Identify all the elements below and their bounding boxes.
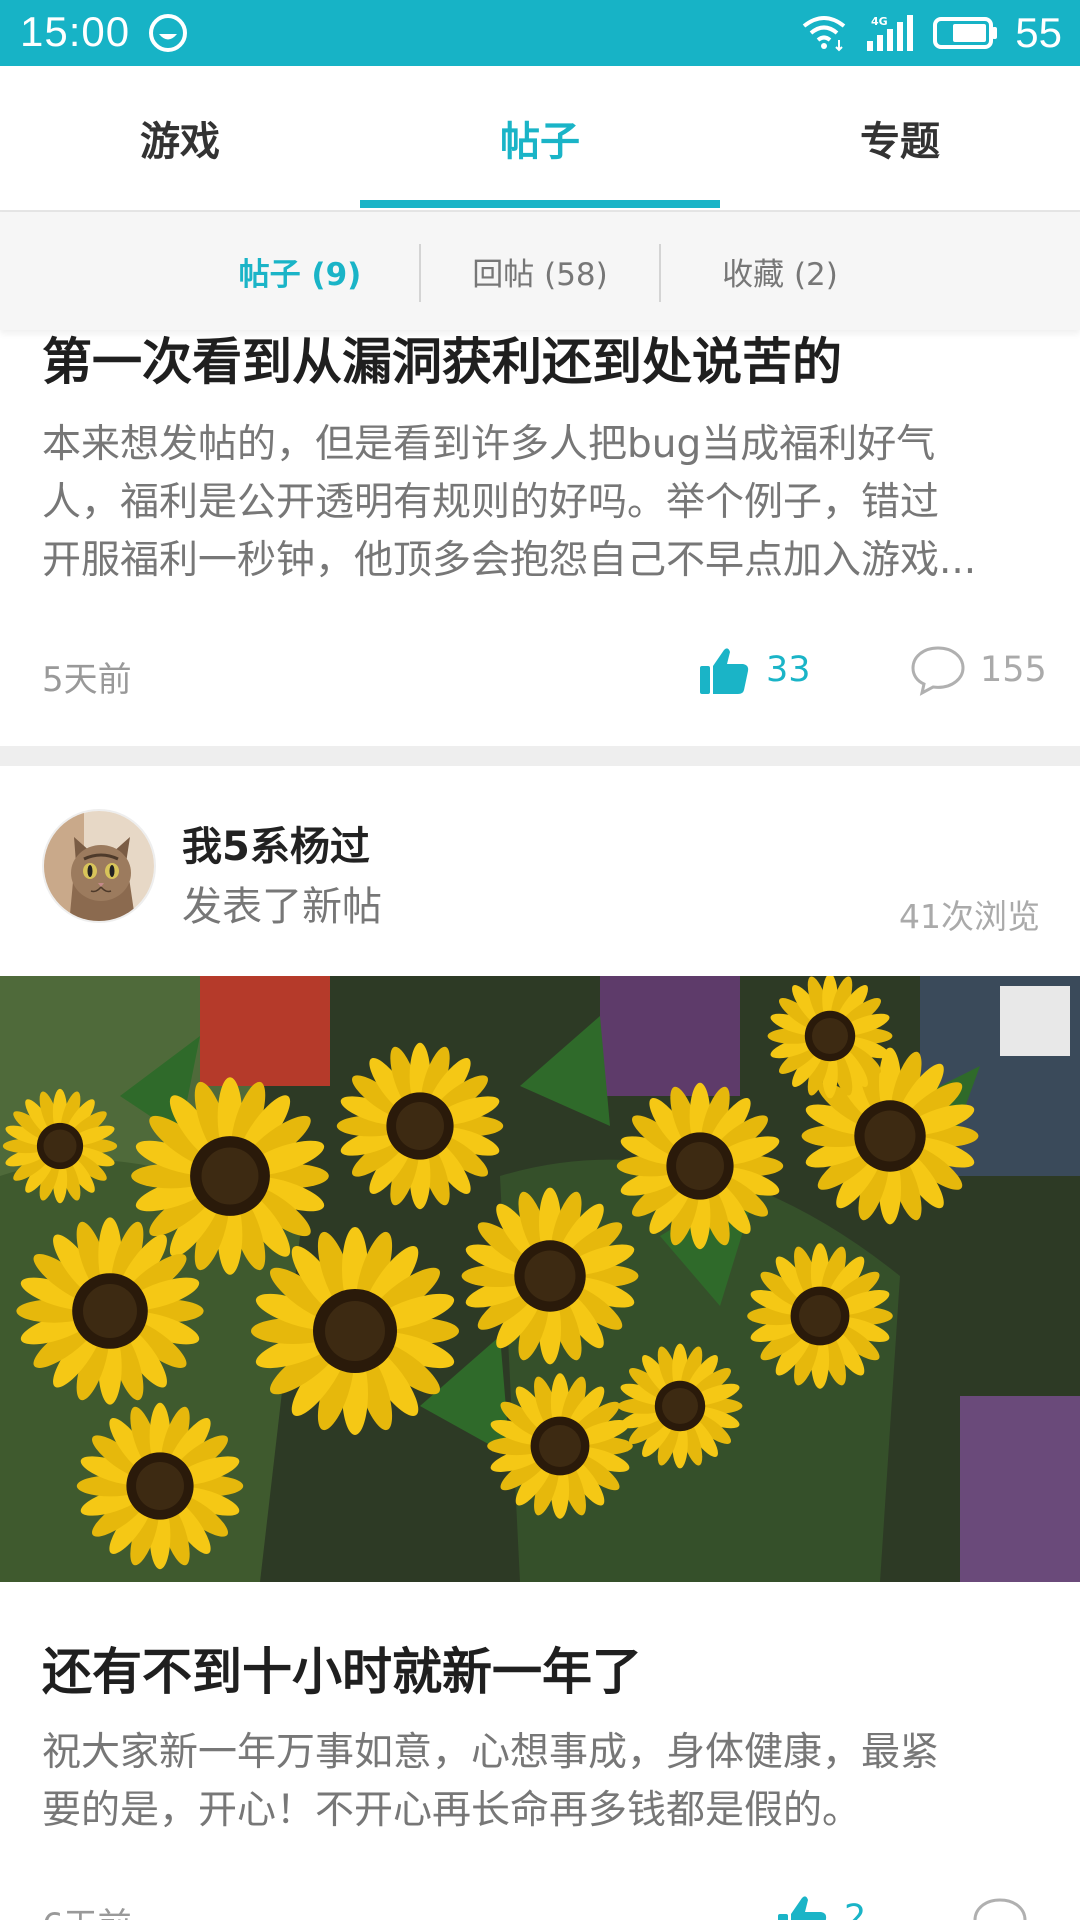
excerpt-line: 本来想发帖的，但是看到许多人把bug当成福利好气 xyxy=(42,422,936,467)
like-button[interactable]: 33 xyxy=(698,644,811,696)
main-tab-bar: 游戏 帖子 专题 xyxy=(0,66,1080,212)
comment-icon xyxy=(911,646,965,696)
post-time: 6天前 xyxy=(42,1898,132,1920)
battery-level: 55 xyxy=(1015,9,1062,56)
author-name[interactable]: 我5系杨过 xyxy=(182,814,370,872)
post-title[interactable]: 还有不到十小时就新一年了 xyxy=(42,1632,642,1704)
post-feed: 第一次看到从漏洞获利还到处说苦的 本来想发帖的，但是看到许多人把bug当成福利好… xyxy=(0,330,1080,1920)
author-action: 发表了新帖 xyxy=(182,884,382,930)
comment-button[interactable] xyxy=(972,1896,1028,1920)
view-count: 41次浏览 xyxy=(899,897,1040,936)
tab-topics[interactable]: 专题 xyxy=(720,66,1080,210)
post-author-row: 我5系杨过 发表了新帖 41次浏览 xyxy=(0,796,1080,936)
post-separator xyxy=(0,746,1080,766)
excerpt-line: 人，福利是公开透明有规则的好吗。举个例子，错过 xyxy=(42,480,940,525)
active-tab-indicator xyxy=(360,200,720,208)
excerpt-line: 开服福利一秒钟，他顶多会抱怨自己不早点加入游戏... xyxy=(42,538,977,583)
status-bar: 15:00 4G 55 xyxy=(0,0,1080,66)
post-excerpt[interactable]: 祝大家新一年万事如意，心想事成，身体健康，最紧 要的是，开心！不开心再长命再多钱… xyxy=(42,1724,1042,1840)
tab-posts[interactable]: 帖子 xyxy=(360,66,720,210)
battery-icon xyxy=(933,17,998,49)
status-time: 15:00 xyxy=(20,8,131,55)
signal-4g-icon: 4G xyxy=(867,15,914,51)
comment-count: 155 xyxy=(980,650,1047,690)
post-title[interactable]: 第一次看到从漏洞获利还到处说苦的 xyxy=(42,330,842,394)
post-time: 5天前 xyxy=(42,660,132,700)
smiley-icon xyxy=(149,14,187,52)
like-count: 2 xyxy=(844,1898,867,1920)
avatar[interactable] xyxy=(42,809,156,923)
sunflowers-image xyxy=(0,976,1080,1582)
cat-avatar-image xyxy=(44,811,154,921)
post-excerpt[interactable]: 本来想发帖的，但是看到许多人把bug当成福利好气 人，福利是公开透明有规则的好吗… xyxy=(42,416,1042,590)
svg-text:4G: 4G xyxy=(871,15,888,28)
excerpt-line: 祝大家新一年万事如意，心想事成，身体健康，最紧 xyxy=(42,1730,940,1775)
post-image-sunflowers[interactable] xyxy=(0,976,1080,1582)
subtab-replies[interactable]: 回帖 (58) xyxy=(420,212,660,330)
tab-games[interactable]: 游戏 xyxy=(0,66,360,210)
comment-button[interactable]: 155 xyxy=(910,644,1047,696)
sub-tab-bar: 帖子 (9) 回帖 (58) 收藏 (2) xyxy=(0,212,1080,330)
thumbs-up-icon xyxy=(778,1896,827,1920)
subtab-favorites[interactable]: 收藏 (2) xyxy=(660,212,900,330)
subtab-my-posts[interactable]: 帖子 (9) xyxy=(180,212,420,330)
like-count: 33 xyxy=(766,650,811,690)
wifi-icon xyxy=(803,16,846,52)
excerpt-line: 要的是，开心！不开心再长命再多钱都是假的。 xyxy=(42,1788,862,1833)
comment-icon xyxy=(973,1898,1027,1920)
thumbs-up-icon xyxy=(700,648,749,694)
like-button[interactable]: 2 xyxy=(776,1892,866,1920)
